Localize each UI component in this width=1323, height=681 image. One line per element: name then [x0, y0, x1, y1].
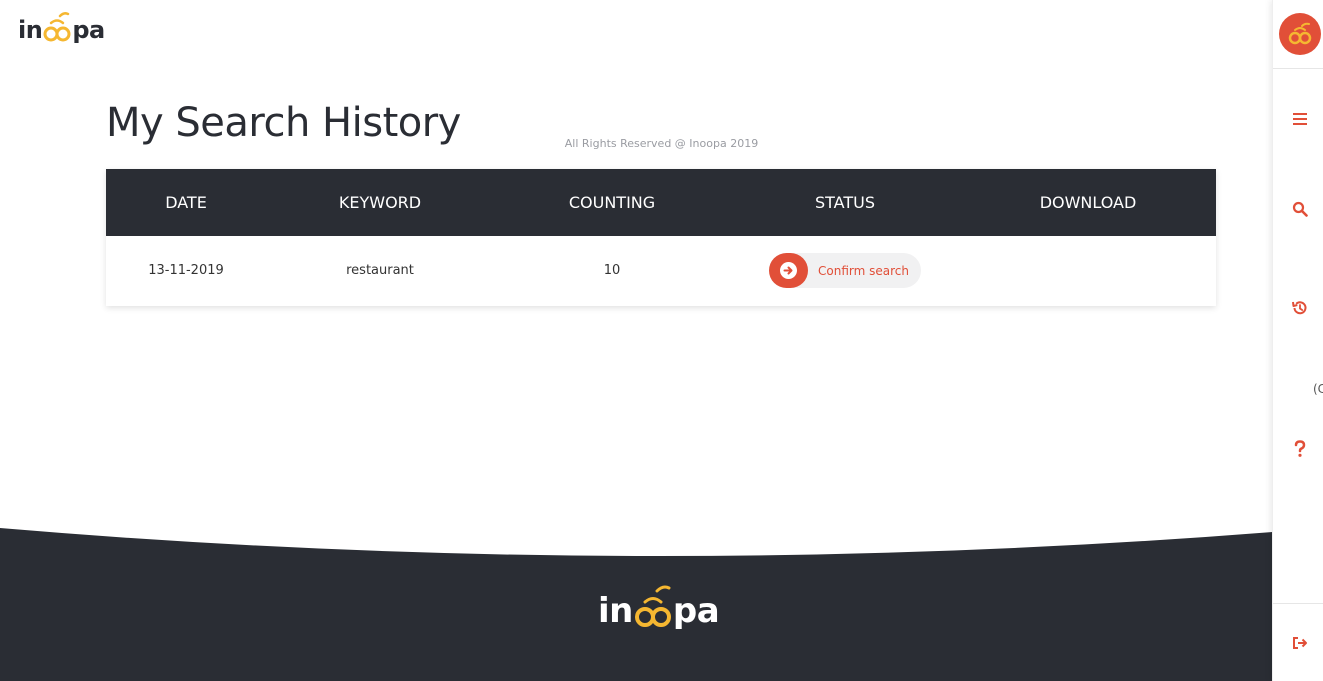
cell-keyword: restaurant — [346, 263, 414, 278]
logout-icon[interactable] — [1289, 632, 1311, 654]
menu-icon[interactable] — [1289, 108, 1311, 130]
right-sidebar: (C — [1272, 0, 1323, 681]
logo-text-left: in — [18, 16, 43, 44]
search-history-table: DATE KEYWORD COUNTING STATUS DOWNLOAD 13… — [106, 169, 1216, 306]
table-row: 13-11-2019 restaurant 10 Confirm search — [106, 236, 1216, 306]
sidebar-partial-text: (C — [1313, 382, 1323, 396]
header-keyword[interactable]: KEYWORD — [266, 169, 494, 236]
header-status[interactable]: STATUS — [730, 169, 960, 236]
copyright-text: All Rights Reserved @ Inoopa 2019 — [564, 137, 759, 150]
sidebar-divider-bottom — [1273, 603, 1323, 604]
header-download[interactable]: DOWNLOAD — [960, 169, 1216, 236]
avatar-owl-icon — [1288, 22, 1312, 45]
footer: in pa — [0, 520, 1272, 681]
footer-logo-text-right: pa — [672, 591, 720, 631]
footer-owl-icon — [634, 585, 671, 627]
search-icon[interactable] — [1289, 198, 1311, 220]
cell-date: 13-11-2019 — [148, 263, 224, 278]
footer-logo[interactable]: in pa — [598, 585, 720, 631]
sidebar-divider-top — [1273, 68, 1323, 69]
header-date[interactable]: DATE — [106, 169, 266, 236]
history-icon[interactable] — [1289, 297, 1311, 319]
table-header: DATE KEYWORD COUNTING STATUS DOWNLOAD — [106, 169, 1216, 236]
confirm-search-label: Confirm search — [818, 263, 909, 278]
footer-logo-text-left: in — [598, 591, 633, 631]
arrow-circle-right-icon — [769, 253, 808, 288]
logo-text-right: pa — [72, 16, 105, 44]
logo-owl-icon — [43, 12, 71, 42]
header-counting[interactable]: COUNTING — [494, 169, 730, 236]
cell-counting: 10 — [603, 263, 621, 278]
avatar[interactable] — [1279, 13, 1321, 55]
header-logo[interactable]: in pa — [18, 10, 105, 44]
confirm-search-button[interactable]: Confirm search — [769, 253, 921, 288]
help-icon[interactable] — [1289, 438, 1311, 460]
